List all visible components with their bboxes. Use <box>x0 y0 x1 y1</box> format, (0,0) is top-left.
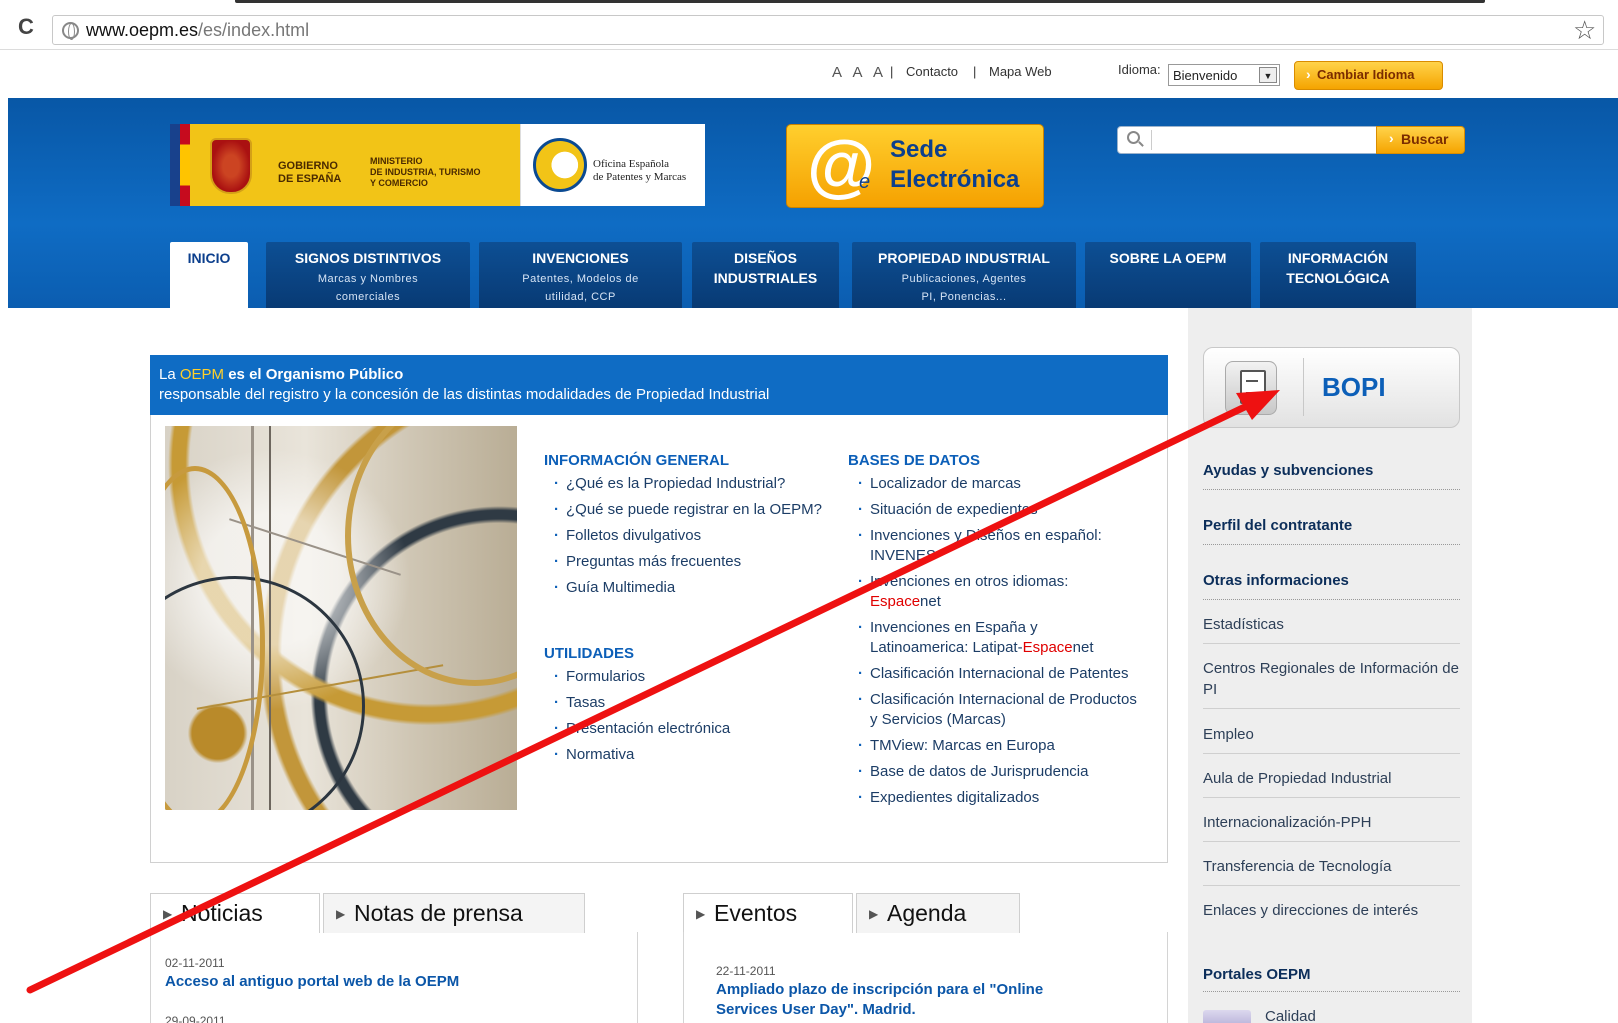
tab-disenos-industriales[interactable]: DISEÑOS INDUSTRIALES <box>692 242 839 308</box>
sidebar-link-calidad[interactable]: Calidad <box>1265 1008 1316 1023</box>
list-item[interactable]: ¿Qué es la Propiedad Industrial? <box>544 474 834 494</box>
utilidades-heading: UTILIDADES <box>544 645 634 662</box>
calidad-thumbnail[interactable] <box>1203 1010 1251 1023</box>
language-selected-value: Bienvenido <box>1173 68 1238 83</box>
sidebar-link-centros[interactable]: Centros Regionales de Información de PI <box>1203 658 1460 709</box>
sidebar-link-enlaces[interactable]: Enlaces y direcciones de interés <box>1203 900 1460 929</box>
list-item[interactable]: Folletos divulgativos <box>544 526 834 546</box>
search-input[interactable] <box>1117 126 1377 154</box>
util-separator: | <box>973 64 977 79</box>
list-item[interactable]: Invenciones en otros idiomas:Espacenet <box>848 572 1148 612</box>
news-date: 29-09-2011 <box>165 1014 226 1023</box>
event-title-link[interactable]: Ampliado plazo de inscripción para el "O… <box>716 980 1043 1020</box>
coat-of-arms-icon <box>210 138 252 194</box>
change-language-button[interactable]: Cambiar Idioma <box>1294 61 1443 90</box>
news-date: 02-11-2011 <box>165 956 225 970</box>
search-icon <box>1127 131 1140 144</box>
font-size-controls[interactable]: A A A <box>832 64 887 81</box>
list-item[interactable]: Clasificación Internacional de Patentes <box>848 664 1148 684</box>
sede-label: Sede Electrónica <box>890 136 1020 193</box>
list-item[interactable]: Normativa <box>544 745 834 765</box>
list-item[interactable]: Guía Multimedia <box>544 578 834 598</box>
browser-tab-strip-edge <box>235 0 1485 3</box>
list-item[interactable]: ¿Qué se puede registrar en la OEPM? <box>544 500 834 520</box>
tab-eventos[interactable]: Eventos <box>683 893 853 933</box>
tab-agenda[interactable]: Agenda <box>856 893 1020 933</box>
info-general-list: ¿Qué es la Propiedad Industrial? ¿Qué se… <box>544 474 834 604</box>
tab-notas-de-prensa[interactable]: Notas de prensa <box>323 893 585 933</box>
search-divider <box>1151 130 1152 150</box>
language-label: Idioma: <box>1118 62 1161 77</box>
list-item[interactable]: Invenciones y Diseños en español: INVENE… <box>848 526 1148 566</box>
sidebar-link-estadisticas[interactable]: Estadísticas <box>1203 614 1460 644</box>
list-item[interactable]: Situación de expedientes <box>848 500 1148 520</box>
list-item[interactable]: Formularios <box>544 667 834 687</box>
tab-informacion-tecnologica[interactable]: INFORMACIÓN TECNOLÓGICA <box>1260 242 1416 308</box>
bases-datos-list: Localizador de marcas Situación de exped… <box>848 474 1148 814</box>
event-date: 22-11-2011 <box>716 964 776 978</box>
tab-signos-distintivos[interactable]: SIGNOS DISTINTIVOS Marcas y Nombres comerc… <box>266 242 470 308</box>
oepm-logo-text: Oficina Española de Patentes y Marcas <box>593 158 687 183</box>
tab-invenciones[interactable]: INVENCIONES Patentes, Modelos de utilidad,… <box>479 242 682 308</box>
info-general-heading: INFORMACIÓN GENERAL <box>544 452 729 469</box>
util-separator: | <box>890 64 894 79</box>
news-title-link[interactable]: Acceso al antiguo portal web de la OEPM <box>165 972 459 992</box>
tab-inicio[interactable]: INICIO <box>170 242 248 308</box>
language-select[interactable]: Bienvenido ▼ <box>1168 64 1280 86</box>
list-item[interactable]: Localizador de marcas <box>848 474 1148 494</box>
list-item[interactable]: TMView: Marcas en Europa <box>848 736 1148 756</box>
list-item[interactable]: Expedientes digitalizados <box>848 788 1148 808</box>
bopi-divider <box>1303 358 1304 416</box>
ministry-text: MINISTERIO DE INDUSTRIA, TURISMO Y COMERCI… <box>370 156 481 188</box>
sitemap-link[interactable]: Mapa Web <box>989 64 1052 79</box>
sidebar-link-perfil[interactable]: Perfil del contratante <box>1203 515 1460 545</box>
sidebar-link-otras[interactable]: Otras informaciones <box>1203 570 1460 600</box>
sidebar-link-aula[interactable]: Aula de Propiedad Industrial <box>1203 768 1460 798</box>
spain-flag-strip <box>180 124 190 206</box>
oepm-emblem-icon <box>533 138 587 192</box>
gov-text: GOBIERNO DE ESPAÑA <box>278 160 342 185</box>
government-logo[interactable]: GOBIERNO DE ESPAÑA MINISTERIO DE INDUSTRIA… <box>170 124 705 206</box>
list-item[interactable]: Base de datos de Jurisprudencia <box>848 762 1148 782</box>
oepm-logo: Oficina Española de Patentes y Marcas <box>520 124 705 206</box>
list-item[interactable]: Clasificación Internacional de Productos… <box>848 690 1148 730</box>
tab-sobre-la-oepm[interactable]: SOBRE LA OEPM <box>1085 242 1251 308</box>
bases-datos-heading: BASES DE DATOS <box>848 452 980 469</box>
sidebar-link-ayudas[interactable]: Ayudas y subvenciones <box>1203 460 1460 490</box>
bopi-label: BOPI <box>1322 372 1386 402</box>
tab-propiedad-industrial[interactable]: PROPIEDAD INDUSTRIAL Publicaciones, Agent… <box>852 242 1076 308</box>
sidebar-link-empleo[interactable]: Empleo <box>1203 724 1460 754</box>
list-item[interactable]: Presentación electrónica <box>544 719 834 739</box>
url-text[interactable]: www.oepm.es/es/index.html <box>86 20 309 41</box>
clock-mechanism-photo <box>165 426 517 810</box>
sede-e-mark: e <box>859 171 871 193</box>
eu-flag-strip <box>170 124 180 206</box>
reload-icon[interactable]: C <box>18 16 40 38</box>
document-icon <box>1225 361 1277 415</box>
contact-link[interactable]: Contacto <box>906 64 958 79</box>
sede-electronica-button[interactable]: @ e Sede Electrónica <box>786 124 1044 208</box>
list-item[interactable]: Invenciones en España yLatinoamerica: La… <box>848 618 1148 658</box>
list-item[interactable]: Preguntas más frecuentes <box>544 552 834 572</box>
chevron-down-icon: ▼ <box>1259 67 1277 83</box>
list-item[interactable]: Tasas <box>544 693 834 713</box>
sidebar-heading-portales: Portales OEPM <box>1203 966 1460 992</box>
search-button[interactable]: Buscar <box>1376 126 1465 154</box>
sidebar-link-internacionalizacion[interactable]: Internacionalización-PPH <box>1203 812 1460 842</box>
globe-icon <box>62 22 79 40</box>
sidebar-link-transferencia[interactable]: Transferencia de Tecnología <box>1203 856 1460 886</box>
tab-noticias[interactable]: Noticias <box>150 893 320 933</box>
intro-banner: La OEPM es el Organismo Público responsa… <box>150 355 1168 415</box>
bookmark-star-icon[interactable]: ☆ <box>1573 15 1596 46</box>
utilidades-list: Formularios Tasas Presentación electróni… <box>544 667 834 771</box>
